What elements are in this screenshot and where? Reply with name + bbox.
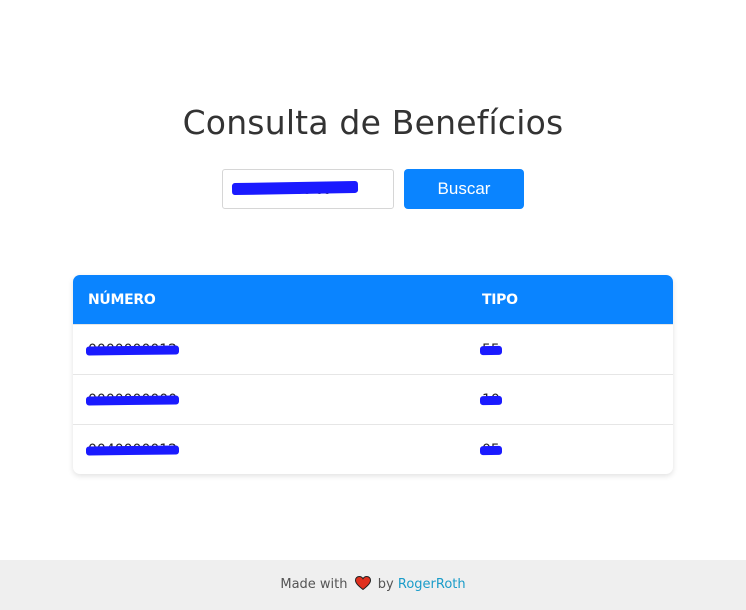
column-header-tipo: TIPO (467, 275, 673, 325)
page-title: Consulta de Benefícios (182, 103, 564, 142)
redaction-mark (85, 395, 180, 405)
heart-icon (354, 575, 371, 590)
cell-numero: 0000000012 (73, 324, 467, 375)
results-table: NÚMERO TIPO 0000000012 55 (73, 275, 673, 474)
search-button[interactable]: Buscar (404, 169, 524, 209)
redaction-mark (479, 345, 502, 355)
redaction-mark (85, 345, 180, 355)
table-row: 0000000000 10 (73, 374, 673, 425)
search-redaction (231, 180, 359, 196)
cell-tipo: 55 (467, 324, 673, 375)
footer-by: by (377, 577, 394, 592)
table-row: 0040000012 05 (73, 424, 673, 474)
footer-made-with: Made with (280, 577, 348, 592)
column-header-numero: NÚMERO (73, 275, 467, 325)
footer: Made with by RogerRoth (0, 560, 746, 610)
cell-tipo: 05 (467, 424, 673, 474)
table-row: 0000000012 55 (73, 324, 673, 375)
cell-numero: 0040000012 (73, 424, 467, 474)
page: Consulta de Benefícios Buscar NÚMERO TIP… (0, 0, 746, 610)
cell-tipo: 10 (467, 374, 673, 425)
redaction-mark (85, 445, 180, 455)
table-header-row: NÚMERO TIPO (73, 275, 673, 325)
redaction-mark (479, 445, 502, 455)
redaction-mark (479, 395, 502, 405)
cell-numero: 0000000000 (73, 374, 467, 425)
author-link[interactable]: RogerRoth (398, 577, 466, 592)
